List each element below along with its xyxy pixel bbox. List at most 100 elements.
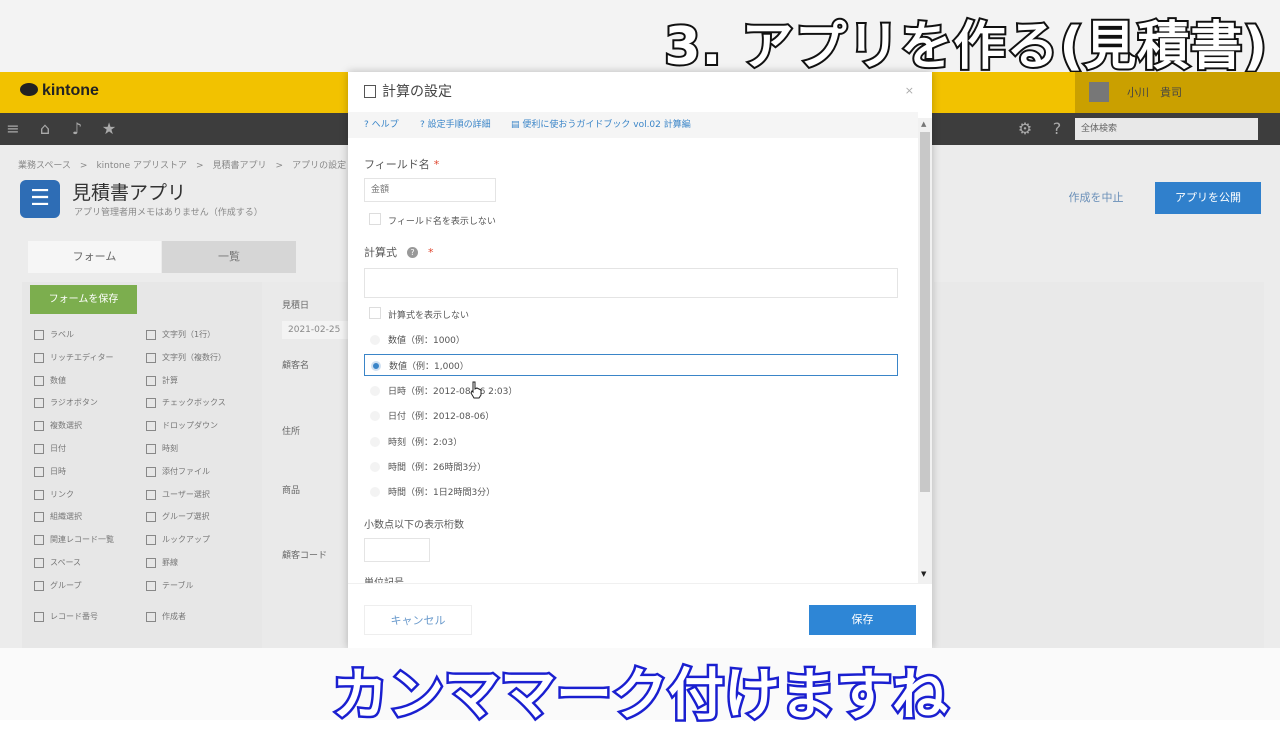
field-type-icon (146, 466, 156, 477)
gear-icon[interactable]: ⚙ (1016, 120, 1034, 138)
field-value[interactable]: 2021-02-25 (282, 321, 350, 339)
format-option[interactable]: 数値（例：1000） (364, 329, 898, 351)
palette-item[interactable]: ドロップダウン (142, 417, 242, 435)
palette-item[interactable]: 作成者 (142, 608, 242, 626)
bottom-caption-band: カンママーク付けますね (0, 648, 1280, 731)
decimal-places-input[interactable] (364, 538, 430, 562)
palette-item-label: 計算 (162, 375, 178, 385)
radio-button[interactable] (370, 436, 380, 447)
format-option[interactable]: 時刻（例：2:03） (364, 431, 898, 453)
steps-link[interactable]: ? 設定手順の詳細 (420, 112, 491, 138)
field-type-icon (34, 444, 44, 454)
field-label: 見積日 (282, 301, 310, 311)
palette-item[interactable]: 日時 (30, 463, 130, 481)
radio-button[interactable] (370, 385, 380, 396)
palette-item-label: 数値 (50, 375, 66, 385)
palette-item[interactable]: グループ (30, 577, 130, 595)
kintone-logo-icon (20, 83, 38, 96)
user-menu[interactable]: 小川 貴司 (1075, 72, 1280, 113)
hide-formula-label: 計算式を表示しない (388, 311, 470, 321)
tab-form[interactable]: フォーム (28, 241, 161, 273)
palette-item-label: 添付ファイル (162, 466, 210, 476)
save-button[interactable]: 保存 (809, 605, 916, 635)
scroll-thumb[interactable] (920, 132, 930, 492)
menu-icon[interactable]: ≡ (4, 120, 22, 138)
palette-item[interactable]: ルックアップ (142, 531, 242, 549)
palette-item[interactable]: テーブル (142, 577, 242, 595)
palette-item[interactable]: ラベル (30, 326, 130, 344)
publish-app-button[interactable]: アプリを公開 (1155, 182, 1261, 214)
field-name-input[interactable]: 金額 (364, 178, 496, 202)
format-option-label: 日付（例：2012-08-06） (388, 412, 495, 423)
guidebook-link[interactable]: ▤ 便利に使おうガイドブック vol.02 計算編 (511, 112, 691, 138)
help-link[interactable]: ? ヘルプ (364, 112, 399, 138)
decimal-places-label: 小数点以下の表示桁数 (364, 520, 464, 531)
palette-item[interactable]: リンク (30, 486, 130, 504)
field-label: 商品 (282, 486, 301, 496)
tab-list[interactable]: 一覧 (162, 241, 296, 273)
palette-item[interactable]: 関連レコード一覧 (30, 531, 130, 549)
radio-button[interactable] (371, 361, 381, 372)
format-option-label: 時間（例：26時間3分） (388, 463, 487, 473)
palette-item[interactable]: 罫線 (142, 554, 242, 572)
question-icon[interactable]: ? (407, 247, 418, 258)
field-type-icon (146, 512, 156, 523)
palette-item[interactable]: 数値 (30, 372, 130, 390)
palette-item[interactable]: 文字列（複数行） (142, 349, 242, 367)
scroll-down-icon[interactable]: ▼ (921, 570, 926, 578)
field-type-icon (34, 611, 44, 622)
help-icon[interactable]: ? (1048, 120, 1066, 138)
format-option-label: 時刻（例：2:03） (388, 437, 463, 448)
field-type-icon (34, 558, 44, 568)
palette-item[interactable]: リッチエディター (30, 349, 130, 367)
home-icon[interactable]: ⌂ (36, 120, 54, 138)
app-list-icon: ☰ (20, 180, 60, 218)
field-palette: フォームを保存 ラベル 文字列（1行） リッチエディター 文字列（複数行） 数値 計算ラジ… (22, 282, 262, 648)
star-icon[interactable]: ★ (100, 120, 118, 138)
cancel-button[interactable]: キャンセル (364, 605, 472, 635)
palette-item[interactable]: ラジオボタン (30, 394, 130, 412)
hide-field-name-checkbox[interactable] (369, 213, 381, 225)
close-icon[interactable]: × (905, 84, 914, 97)
radio-button[interactable] (370, 335, 380, 345)
palette-item[interactable]: 添付ファイル (142, 463, 242, 481)
radio-button[interactable] (370, 462, 380, 472)
cancel-edit-button[interactable]: 作成を中止 (1050, 182, 1142, 214)
palette-item[interactable]: ユーザー選択 (142, 486, 242, 504)
format-option-label: 日時（例：2012-08-06 2:03） (388, 386, 518, 397)
palette-item-label: スペース (50, 558, 82, 567)
format-option[interactable]: 日付（例：2012-08-06） (364, 405, 898, 427)
radio-button[interactable] (370, 411, 380, 422)
palette-item-label: チェックボックス (162, 398, 226, 408)
global-search-input[interactable]: 全体検索 (1075, 118, 1258, 140)
app-memo[interactable]: アプリ管理者用メモはありません（作成する） (74, 205, 263, 218)
format-option[interactable]: 数値（例：1,000） (364, 354, 898, 377)
formula-input[interactable] (364, 268, 898, 298)
field-type-icon (146, 558, 156, 568)
palette-item[interactable]: 時刻 (142, 440, 242, 458)
hide-formula-checkbox[interactable] (369, 307, 381, 319)
hand-cursor-icon (470, 381, 482, 399)
palette-item[interactable]: 日付 (30, 440, 130, 458)
palette-item[interactable]: グループ選択 (142, 508, 242, 526)
format-option[interactable]: 時間（例：1日2時間3分） (364, 481, 898, 503)
scroll-up-icon[interactable]: ▲ (921, 120, 926, 128)
palette-item[interactable]: チェックボックス (142, 394, 242, 412)
radio-button[interactable] (370, 487, 380, 498)
dialog-body: フィールド名 * 金額 フィールド名を表示しない 計算式? * 計算式を表示しない … (348, 138, 918, 589)
palette-item[interactable]: 文字列（1行） (142, 326, 242, 344)
user-name: 小川 貴司 (1127, 86, 1182, 99)
palette-item[interactable]: 組織選択 (30, 508, 130, 526)
kintone-logo[interactable]: kintone (20, 82, 99, 100)
save-form-button[interactable]: フォームを保存 (30, 285, 137, 314)
bell-icon[interactable]: ♪ (68, 120, 86, 138)
palette-item[interactable]: 複数選択 (30, 417, 130, 435)
palette-item[interactable]: スペース (30, 554, 130, 572)
format-option[interactable]: 時間（例：26時間3分） (364, 456, 898, 478)
format-option[interactable]: 日時（例：2012-08-06 2:03） (364, 380, 898, 402)
palette-item[interactable]: レコード番号 (30, 608, 130, 626)
dialog-scrollbar[interactable]: ▲ ▼ (918, 118, 932, 583)
field-type-icon (34, 466, 44, 477)
breadcrumb: 業務スペース > kintone アプリストア > 見積書アプリ > アプリの設… (18, 161, 347, 171)
palette-item[interactable]: 計算 (142, 372, 242, 390)
